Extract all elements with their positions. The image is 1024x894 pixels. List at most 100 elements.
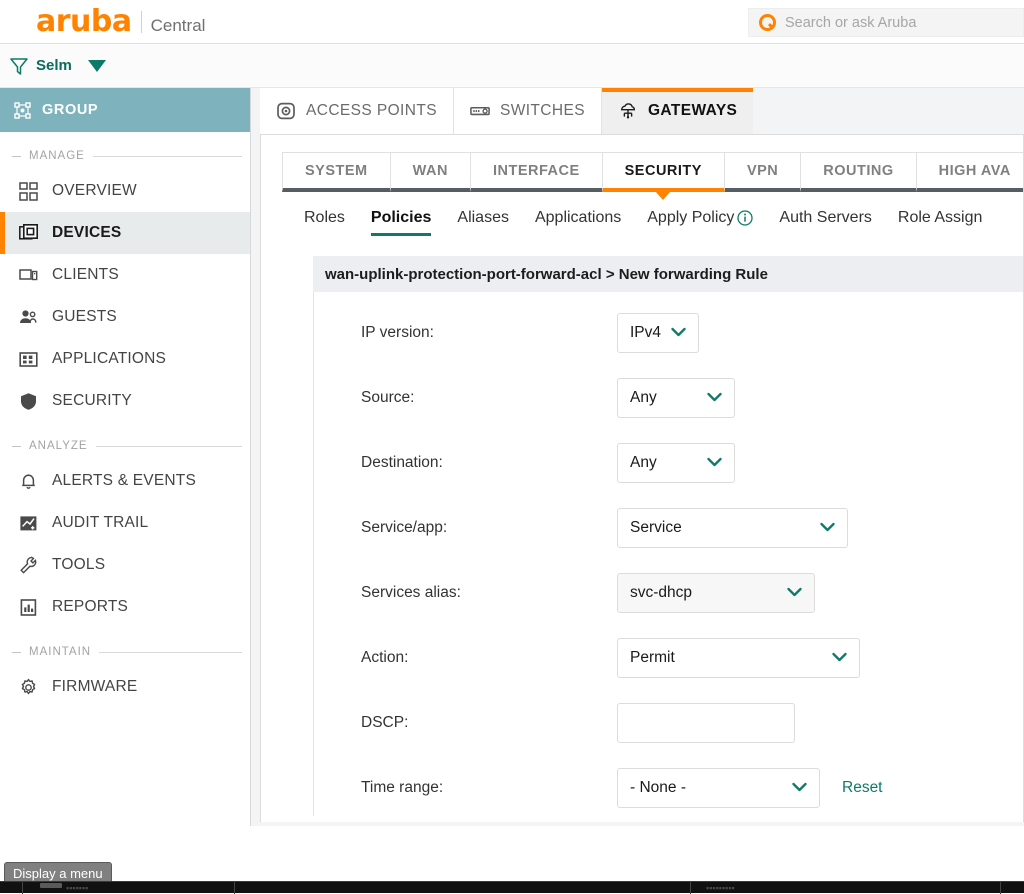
filter-label[interactable]: Selm (36, 57, 72, 74)
tab-switches[interactable]: SWITCHES (453, 88, 602, 134)
sidebar-item-label: ALERTS & EVENTS (52, 472, 196, 489)
reset-link[interactable]: Reset (842, 779, 883, 796)
action-dropdown[interactable]: Permit (617, 638, 860, 678)
gateway-icon (618, 101, 638, 121)
device-type-tabs: ACCESS POINTS SWITCHES GATEWAYS (260, 88, 754, 134)
sidebar-item-audit-trail[interactable]: AUDIT TRAIL (0, 502, 250, 544)
dropdown-value: Permit (630, 649, 675, 666)
sidebar-item-overview[interactable]: OVERVIEW (0, 170, 250, 212)
sidebar-item-reports[interactable]: REPORTS (0, 586, 250, 628)
destination-dropdown[interactable]: Any (617, 443, 735, 483)
guests-people-icon (18, 307, 39, 328)
tab-label: HIGH AVA (938, 162, 1011, 179)
info-circle-icon[interactable] (737, 210, 754, 226)
section-dash (12, 445, 21, 447)
dscp-input[interactable] (617, 703, 795, 743)
tab-interface[interactable]: INTERFACE (469, 152, 603, 192)
sidebar-item-security[interactable]: SECURITY (0, 380, 250, 422)
sidebar-item-clients[interactable]: CLIENTS (0, 254, 250, 296)
subnav-label: Roles (304, 209, 345, 226)
tab-wan[interactable]: WAN (389, 152, 471, 192)
subnav-apply-policy[interactable]: Apply Policy (647, 209, 754, 236)
sidebar-item-tools[interactable]: TOOLS (0, 544, 250, 586)
shield-icon (18, 391, 39, 412)
content-card: SYSTEM WAN INTERFACE SECURITY VPN ROUTIN… (260, 134, 1024, 822)
section-dash (12, 651, 21, 653)
wrench-icon (18, 555, 39, 576)
tab-label: GATEWAYS (647, 102, 738, 119)
time-range-dropdown[interactable]: - None - (617, 768, 820, 808)
taskbar-item[interactable] (40, 883, 62, 888)
sidebar-item-label: TOOLS (52, 556, 106, 573)
filter-bar: Selm (0, 44, 1024, 88)
devices-icon (18, 223, 39, 244)
tooltip-text: Display a menu (13, 866, 103, 881)
tab-label: SYSTEM (305, 162, 368, 179)
tab-label: SWITCHES (499, 102, 585, 119)
field-label: DSCP: (361, 714, 409, 731)
subnav-policies[interactable]: Policies (370, 209, 432, 236)
dropdown-value: IPv4 (630, 324, 662, 341)
applications-grid-icon (18, 349, 39, 370)
sidebar-item-alerts-events[interactable]: ALERTS & EVENTS (0, 460, 250, 502)
subnav-label: Auth Servers (779, 209, 872, 226)
chevron-down-icon (820, 519, 835, 537)
taskbar-divider (690, 882, 691, 894)
ip-version-dropdown[interactable]: IPv4 (617, 313, 699, 353)
tab-label: VPN (746, 162, 779, 179)
sidebar-item-guests[interactable]: GUESTS (0, 296, 250, 338)
sidebar-item-firmware[interactable]: FIRMWARE (0, 666, 250, 708)
sidebar-group-header[interactable]: GROUP (0, 88, 250, 132)
sidebar-item-label: GUESTS (52, 308, 117, 325)
taskbar-item-label: ▪▪▪▪▪▪▪ (66, 883, 89, 893)
section-tabs: SYSTEM WAN INTERFACE SECURITY VPN ROUTIN… (282, 152, 1023, 200)
tab-vpn[interactable]: VPN (723, 152, 802, 192)
dropdown-value: Service (630, 519, 682, 536)
dropdown-value: Any (630, 454, 657, 471)
subnav-roles[interactable]: Roles (304, 209, 345, 236)
sidebar-item-label: OVERVIEW (52, 182, 137, 199)
dropdown-value: svc-dhcp (630, 584, 693, 601)
group-nodes-icon (14, 101, 31, 119)
brand-logo[interactable]: aruba Central (36, 6, 206, 37)
tab-high-availability[interactable]: HIGH AVA (915, 152, 1023, 192)
tab-access-points[interactable]: ACCESS POINTS (260, 88, 454, 134)
sidebar-item-applications[interactable]: APPLICATIONS (0, 338, 250, 380)
tab-security[interactable]: SECURITY (601, 152, 725, 200)
section-rule (92, 155, 242, 157)
tab-routing[interactable]: ROUTING (800, 152, 917, 192)
taskbar-item-label: ▪▪▪▪▪▪▪▪▪ (706, 883, 735, 893)
brand-central-text: Central (150, 15, 206, 35)
os-taskbar[interactable]: ▪▪▪▪▪▪▪ ▪▪▪▪▪▪▪▪▪ (0, 881, 1024, 894)
subnav-applications[interactable]: Applications (535, 209, 621, 236)
chevron-down-icon (707, 454, 722, 472)
dropdown-value: Any (630, 389, 657, 406)
audit-trail-icon (18, 513, 39, 534)
brand-divider (140, 10, 142, 33)
service-app-dropdown[interactable]: Service (617, 508, 848, 548)
subnav-auth-servers[interactable]: Auth Servers (779, 209, 871, 236)
forwarding-rule-form: IP version: IPv4 Source: Any Destination… (313, 292, 1023, 816)
sidebar-item-label: DEVICES (52, 224, 122, 241)
search-placeholder: Search or ask Aruba (785, 14, 917, 31)
aruba-search-icon (759, 14, 776, 31)
sidebar-item-label: REPORTS (52, 598, 129, 615)
policy-sub-nav: Roles Policies Aliases Applications Appl… (304, 209, 1008, 251)
field-label: Services alias: (361, 584, 461, 601)
subnav-aliases[interactable]: Aliases (457, 209, 509, 236)
sidebar-item-devices[interactable]: DEVICES (0, 212, 250, 254)
tab-system[interactable]: SYSTEM (282, 152, 391, 192)
search-input[interactable]: Search or ask Aruba (748, 8, 1024, 37)
services-alias-dropdown[interactable]: svc-dhcp (617, 573, 815, 613)
tab-gateways[interactable]: GATEWAYS (601, 88, 754, 134)
sidebar-item-label: FIRMWARE (52, 678, 138, 695)
chevron-down-icon[interactable] (87, 59, 106, 72)
sidebar-item-label: SECURITY (52, 392, 132, 409)
sidebar-section-maintain: MAINTAIN (0, 638, 250, 666)
source-dropdown[interactable]: Any (617, 378, 735, 418)
subnav-label: Role Assign (897, 209, 983, 226)
field-label: Source: (361, 389, 415, 406)
subnav-role-assignment[interactable]: Role Assign (898, 209, 983, 236)
taskbar-divider (234, 882, 235, 894)
left-sidebar: GROUP MANAGE OVERVIEW DEVICES CLIENTS GU… (0, 88, 251, 826)
